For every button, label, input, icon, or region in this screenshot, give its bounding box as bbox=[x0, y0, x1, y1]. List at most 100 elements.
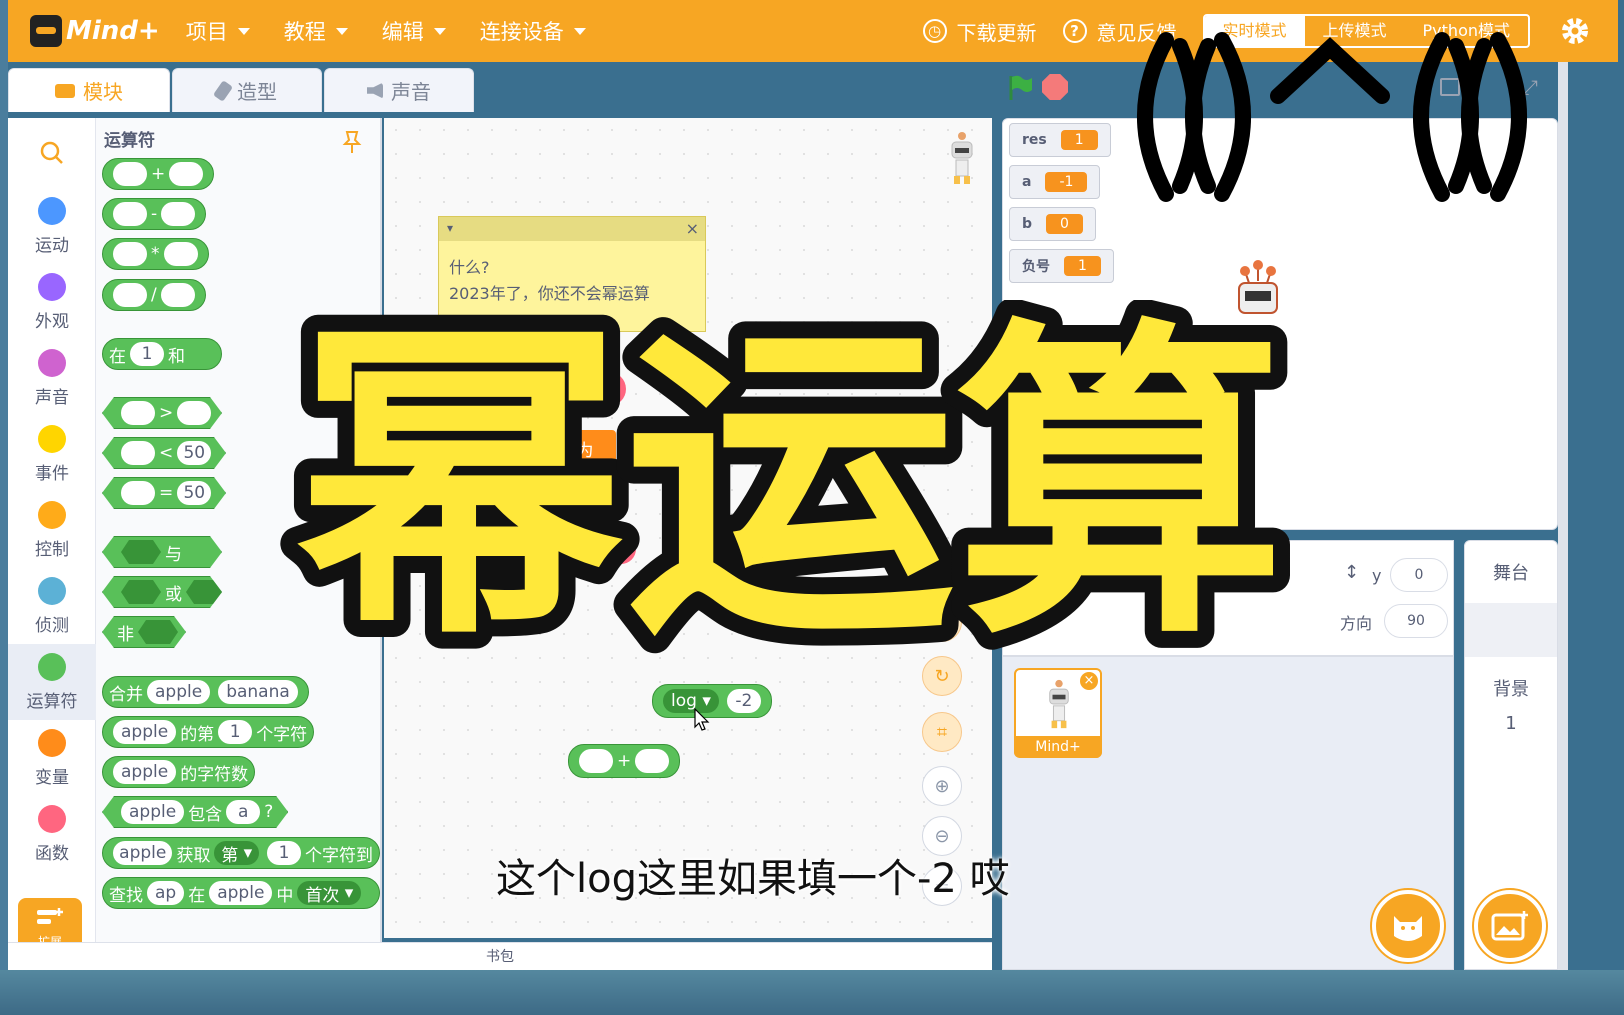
substring-block[interactable]: apple 获取第 ▾ 1 个字符到 bbox=[102, 837, 380, 869]
close-icon[interactable]: × bbox=[686, 219, 699, 238]
app-logo[interactable]: Mind+ bbox=[30, 15, 160, 47]
add-sprite-button[interactable] bbox=[1372, 890, 1444, 962]
slot[interactable]: apple bbox=[121, 800, 184, 824]
pin-icon[interactable] bbox=[342, 130, 362, 154]
category-sensing[interactable]: 侦测 bbox=[8, 568, 96, 644]
zoom-in-icon[interactable]: ⊕ bbox=[922, 766, 962, 806]
slot[interactable] bbox=[160, 283, 195, 307]
direction-value: 90 bbox=[1407, 613, 1425, 629]
category-events[interactable]: 事件 bbox=[8, 416, 96, 492]
category-functions[interactable]: 函数 bbox=[8, 796, 96, 872]
gear-icon[interactable] bbox=[1560, 16, 1590, 46]
divide-block[interactable]: / bbox=[102, 279, 206, 311]
operators-dot-icon bbox=[38, 652, 66, 681]
slot[interactable] bbox=[113, 242, 147, 266]
slot[interactable]: apple bbox=[147, 680, 211, 704]
green-flag-icon[interactable] bbox=[1008, 74, 1034, 102]
slot[interactable] bbox=[121, 580, 161, 604]
slot[interactable] bbox=[121, 401, 155, 425]
search-icon bbox=[40, 141, 63, 164]
slot[interactable] bbox=[113, 283, 147, 307]
slot[interactable] bbox=[579, 749, 613, 773]
sprite-card[interactable]: × Mind+ bbox=[1014, 668, 1102, 758]
letter-of-block[interactable]: apple 的第 1 个字符 bbox=[102, 716, 315, 748]
y-input[interactable]: 0 bbox=[1390, 558, 1448, 592]
category-sound[interactable]: 声音 bbox=[8, 340, 96, 416]
dropdown-value: 第 bbox=[221, 845, 239, 866]
menu-connect[interactable]: 连接设备 bbox=[480, 16, 586, 46]
download-update-button[interactable]: ◷ 下载更新 bbox=[922, 17, 1037, 46]
category-operators[interactable]: 运算符 bbox=[8, 644, 96, 720]
monitor-value: 1 bbox=[1064, 256, 1101, 276]
category-variables[interactable]: 变量 bbox=[8, 720, 96, 796]
stop-icon[interactable] bbox=[1042, 74, 1068, 100]
slot[interactable] bbox=[121, 540, 161, 564]
slot[interactable]: 1 bbox=[130, 342, 164, 366]
category-looks[interactable]: 外观 bbox=[8, 264, 96, 340]
slot[interactable]: apple bbox=[209, 881, 273, 905]
category-motion[interactable]: 运动 bbox=[8, 188, 96, 264]
chevron-down-icon bbox=[335, 27, 348, 35]
bookbag-bar[interactable]: 书包 bbox=[8, 942, 992, 970]
slot[interactable] bbox=[138, 620, 178, 644]
tab-costumes[interactable]: 造型 bbox=[172, 68, 322, 112]
log-dropdown[interactable]: log ▾ bbox=[663, 689, 719, 713]
slot[interactable] bbox=[635, 749, 670, 773]
category-label: 控制 bbox=[35, 539, 69, 560]
dropdown-slot[interactable]: 首次 ▾ bbox=[297, 881, 362, 906]
slot[interactable] bbox=[163, 242, 198, 266]
slot[interactable]: 1 bbox=[218, 720, 253, 744]
direction-input[interactable]: 90 bbox=[1384, 604, 1448, 638]
blocks-icon bbox=[55, 83, 75, 98]
add-block[interactable]: + bbox=[102, 158, 215, 190]
multiply-block[interactable]: * bbox=[102, 238, 209, 270]
slot[interactable]: apple bbox=[113, 841, 173, 865]
logo-text: Mind+ bbox=[66, 16, 160, 46]
slot[interactable]: apple bbox=[113, 760, 177, 784]
add-block-workspace[interactable]: + bbox=[568, 744, 681, 778]
block-text: 包含 bbox=[188, 804, 223, 825]
slot[interactable] bbox=[121, 481, 155, 505]
variables-dot-icon bbox=[38, 728, 66, 757]
slot[interactable] bbox=[113, 162, 147, 186]
slot[interactable] bbox=[169, 162, 204, 186]
tab-blocks[interactable]: 模块 bbox=[8, 68, 170, 112]
editor-tabs: 模块 造型 声音 bbox=[8, 68, 476, 112]
slot[interactable] bbox=[113, 202, 147, 226]
dropdown-slot[interactable]: 第 ▾ bbox=[214, 841, 259, 866]
menu-project[interactable]: 项目 bbox=[186, 16, 250, 46]
log-input[interactable]: -2 bbox=[726, 689, 761, 713]
slot[interactable]: banana bbox=[218, 680, 298, 704]
slot[interactable]: apple bbox=[113, 720, 177, 744]
category-search[interactable] bbox=[8, 118, 96, 188]
menu-tutorial[interactable]: 教程 bbox=[284, 16, 348, 46]
chevron-down-icon bbox=[237, 27, 250, 35]
slot[interactable] bbox=[121, 441, 155, 465]
block-text: 的字符数 bbox=[180, 764, 249, 785]
events-dot-icon bbox=[38, 424, 66, 453]
slot[interactable] bbox=[161, 202, 196, 226]
menu-edit[interactable]: 编辑 bbox=[382, 16, 446, 46]
join-block[interactable]: 合并 apple banana bbox=[102, 676, 309, 708]
category-control[interactable]: 控制 bbox=[8, 492, 96, 568]
crop-icon[interactable]: ⌗ bbox=[922, 712, 962, 752]
subtract-block[interactable]: - bbox=[102, 198, 207, 230]
contains-block[interactable]: apple 包含 a? bbox=[102, 796, 288, 828]
math-log-block[interactable]: log ▾ -2 bbox=[652, 684, 772, 718]
slot[interactable]: 1 bbox=[267, 841, 301, 865]
block-text: 的第 bbox=[180, 724, 215, 745]
tab-sounds[interactable]: 声音 bbox=[324, 68, 474, 112]
slot[interactable]: a bbox=[226, 800, 260, 824]
title-text: 幂运算 bbox=[295, 300, 1285, 678]
block-text: 个字符 bbox=[256, 724, 308, 745]
collapse-icon[interactable]: ▾ bbox=[447, 221, 453, 235]
monitor-negative: 负号 1 bbox=[1009, 249, 1114, 283]
length-of-block[interactable]: apple 的字符数 bbox=[102, 756, 256, 788]
stage-thumb[interactable] bbox=[1465, 603, 1557, 657]
sprite-name: Mind+ bbox=[1014, 736, 1102, 758]
find-block[interactable]: 查找 ap 在 apple 中首次 ▾ bbox=[102, 877, 380, 909]
add-backdrop-button[interactable] bbox=[1474, 890, 1546, 962]
category-label: 运算符 bbox=[26, 691, 78, 712]
not-block[interactable]: 非 bbox=[102, 616, 186, 648]
slot[interactable]: ap bbox=[147, 881, 185, 905]
